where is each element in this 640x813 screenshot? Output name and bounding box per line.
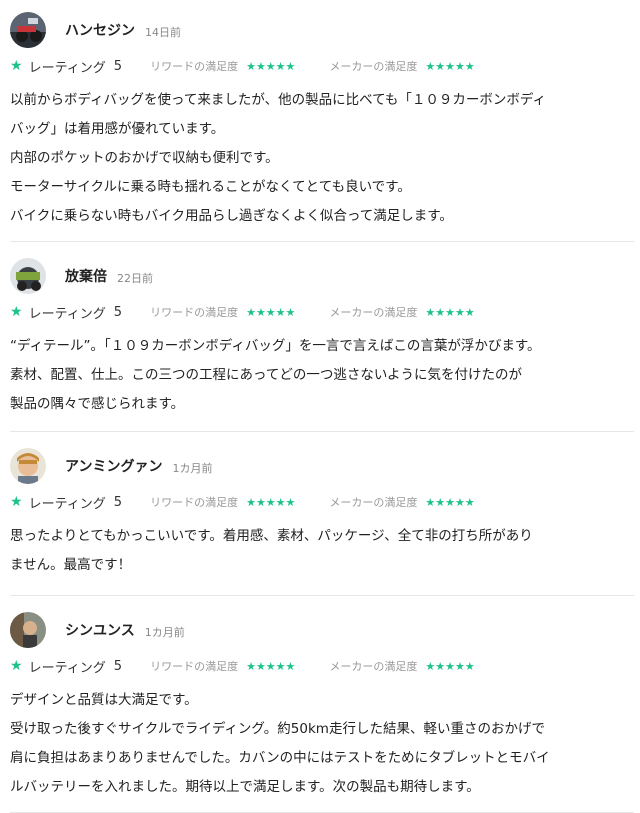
review-text: デザインと品質は大満足です。 受け取った後すぐサイクルでライディング。約50km… <box>10 686 634 802</box>
review-header: ハンセジン 14日前 <box>10 12 634 48</box>
star-icon: ★ <box>10 658 23 674</box>
rating-score: 5 <box>113 58 123 74</box>
review-line: 素材、配置、仕上。この三つの工程にあってどの一つ逃さないように気を付けたのが <box>10 367 523 383</box>
review-header: アンミングァン 1カ月前 <box>10 448 634 484</box>
reward-satisfaction-label: リワードの満足度 <box>150 306 239 319</box>
review-date: 22日前 <box>117 272 153 285</box>
review-line: モーターサイクルに乗る時も揺れることがなくてとても良いです。 <box>10 179 411 195</box>
review-date: 1カ月前 <box>144 626 185 639</box>
review-date: 14日前 <box>145 26 181 39</box>
rating-label: レーティング <box>28 306 106 322</box>
review-line: ルバッテリーを入れました。期待以上で満足します。次の製品も期待します。 <box>10 779 480 795</box>
review-line: 以前からボディバッグを使って来ましたが、他の製品に比べても「１０９カーボンボディ <box>10 92 546 108</box>
review-line: 受け取った後すぐサイクルでライディング。約50km走行した結果、軽い重さのおかげ… <box>10 721 545 737</box>
review-date: 1カ月前 <box>172 462 213 475</box>
rating-row: ★ レーティング 5 リワードの満足度 ★★★★★ メーカーの満足度 ★★★★★ <box>10 656 634 676</box>
rating-row: ★ レーティング 5 リワードの満足度 ★★★★★ メーカーの満足度 ★★★★★ <box>10 56 634 76</box>
review-line: ません。最高です！ <box>10 557 132 573</box>
reward-satisfaction-label: リワードの満足度 <box>150 496 239 509</box>
review-header: シンユンス 1カ月前 <box>10 612 634 648</box>
rating-score: 5 <box>113 658 123 674</box>
review-line: 思ったよりとてもかっこいいです。着用感、素材、パッケージ、全て非の打ち所があり <box>10 528 533 544</box>
reviewer-name: シンユンス <box>65 623 135 639</box>
star-icon: ★ <box>10 494 23 510</box>
review-text: “ディテール”。「１０９カーボンボディバッグ」を一言で言えばこの言葉が浮かびます… <box>10 332 634 419</box>
review-text: 思ったよりとてもかっこいいです。着用感、素材、パッケージ、全て非の打ち所があり … <box>10 522 634 580</box>
maker-stars-icon: ★★★★★ <box>425 305 475 319</box>
review-line: バッグ」は着用感が優れています。 <box>10 121 225 137</box>
maker-stars-icon: ★★★★★ <box>425 495 475 509</box>
review-item: ハンセジン 14日前 ★ レーティング 5 リワードの満足度 ★★★★★ メーカ… <box>10 0 634 242</box>
rating-label: レーティング <box>28 496 106 512</box>
review-line: “ディテール”。「１０９カーボンボディバッグ」を一言で言えばこの言葉が浮かびます… <box>10 338 541 354</box>
review-line: バイクに乗らない時もバイク用品らし過ぎなくよく似合って満足します。 <box>10 208 453 224</box>
rating-score: 5 <box>113 494 123 510</box>
review-item: アンミングァン 1カ月前 ★ レーティング 5 リワードの満足度 ★★★★★ メ… <box>10 432 634 596</box>
reward-stars-icon: ★★★★★ <box>246 305 296 319</box>
maker-satisfaction-label: メーカーの満足度 <box>329 306 418 319</box>
review-item: シンユンス 1カ月前 ★ レーティング 5 リワードの満足度 ★★★★★ メーカ… <box>10 596 634 813</box>
reward-satisfaction-label: リワードの満足度 <box>150 60 239 73</box>
rating-row: ★ レーティング 5 リワードの満足度 ★★★★★ メーカーの満足度 ★★★★★ <box>10 302 634 322</box>
star-icon: ★ <box>10 58 23 74</box>
maker-stars-icon: ★★★★★ <box>425 659 475 673</box>
review-line: 肩に負担はあまりありませんでした。カバンの中にはテストをためにタブレットとモバイ <box>10 750 550 766</box>
maker-satisfaction-label: メーカーの満足度 <box>329 60 418 73</box>
rating-label: レーティング <box>28 60 106 76</box>
avatar[interactable] <box>10 612 46 648</box>
rating-score: 5 <box>113 304 123 320</box>
review-text: 以前からボディバッグを使って来ましたが、他の製品に比べても「１０９カーボンボディ… <box>10 86 634 231</box>
rating-row: ★ レーティング 5 リワードの満足度 ★★★★★ メーカーの満足度 ★★★★★ <box>10 492 634 512</box>
star-icon: ★ <box>10 304 23 320</box>
review-line: デザインと品質は大満足です。 <box>10 692 198 708</box>
avatar[interactable] <box>10 12 46 48</box>
review-header: 放棄倍 22日前 <box>10 258 634 294</box>
avatar[interactable] <box>10 258 46 294</box>
review-line: 内部のポケットのおかげで収納も便利です。 <box>10 150 279 166</box>
maker-satisfaction-label: メーカーの満足度 <box>329 660 418 673</box>
reviewer-name: アンミングァン <box>65 459 163 475</box>
reward-stars-icon: ★★★★★ <box>246 59 296 73</box>
rating-label: レーティング <box>28 660 106 676</box>
reviewer-name: ハンセジン <box>65 23 135 39</box>
reviewer-name: 放棄倍 <box>65 269 107 285</box>
maker-satisfaction-label: メーカーの満足度 <box>329 496 418 509</box>
reward-stars-icon: ★★★★★ <box>246 495 296 509</box>
reward-satisfaction-label: リワードの満足度 <box>150 660 239 673</box>
review-item: 放棄倍 22日前 ★ レーティング 5 リワードの満足度 ★★★★★ メーカーの… <box>10 242 634 432</box>
maker-stars-icon: ★★★★★ <box>425 59 475 73</box>
reward-stars-icon: ★★★★★ <box>246 659 296 673</box>
review-line: 製品の隅々で感じられます。 <box>10 396 185 412</box>
avatar[interactable] <box>10 448 46 484</box>
